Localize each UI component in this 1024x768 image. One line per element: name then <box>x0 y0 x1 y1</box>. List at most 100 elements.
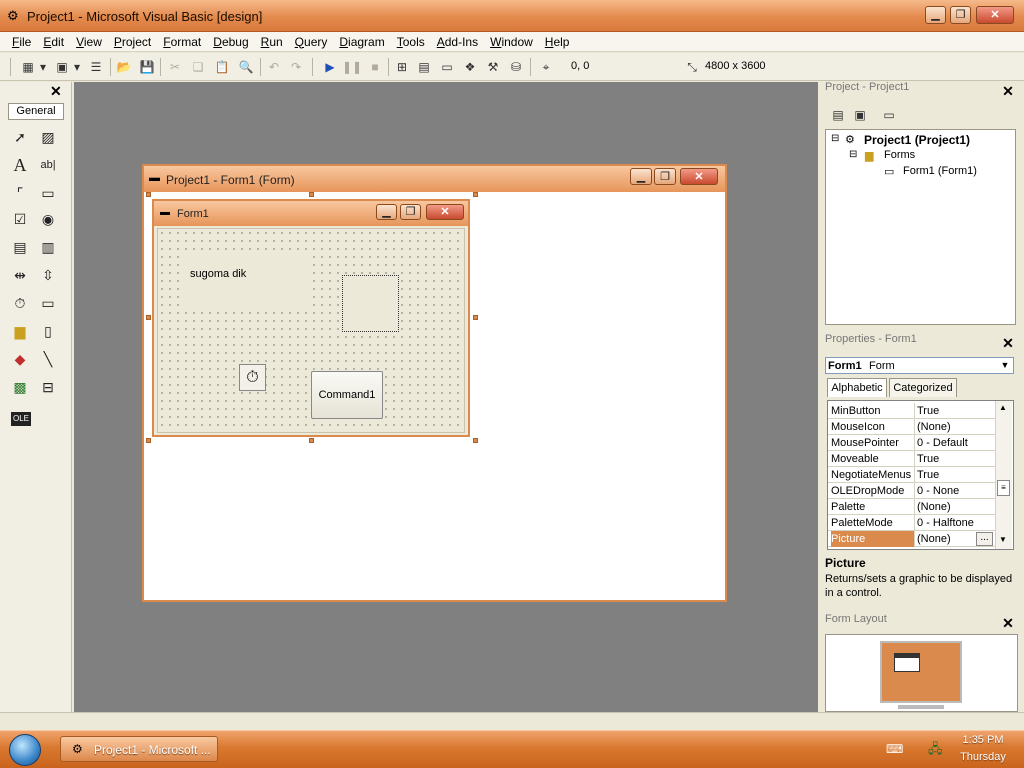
command1-button[interactable]: Command1 <box>311 371 383 419</box>
property-scrollbar[interactable]: ▲ ≡ ▼ <box>995 401 1012 549</box>
hscrollbar-tool-icon[interactable]: ⇹ <box>9 264 31 286</box>
label-tool-icon[interactable]: A <box>9 154 31 176</box>
chevron-down-icon[interactable]: ▾ <box>72 57 82 77</box>
menu-file[interactable]: File <box>6 32 37 52</box>
toolbox-icon[interactable]: ⚒ <box>483 57 503 77</box>
scroll-down-icon[interactable]: ▼ <box>999 535 1007 544</box>
ellipsis-button[interactable]: ... <box>976 532 993 546</box>
cut-icon[interactable]: ✂ <box>165 57 185 77</box>
menu-debug[interactable]: Debug <box>207 32 254 52</box>
keyboard-icon[interactable]: ⌨ <box>886 742 903 756</box>
ole-tool-icon[interactable]: OLE <box>11 412 31 426</box>
resize-handle[interactable] <box>473 315 478 320</box>
property-row[interactable]: Palette (None) <box>828 499 996 515</box>
resize-handle[interactable] <box>309 438 314 443</box>
line-tool-icon[interactable]: ╲ <box>37 348 59 370</box>
properties-window-icon[interactable]: ▤ <box>414 57 434 77</box>
find-icon[interactable]: 🔍 <box>236 57 256 77</box>
project-explorer-icon[interactable]: ⊞ <box>392 57 412 77</box>
designer-maximize-button[interactable]: ❐ <box>654 168 676 185</box>
open-folder-icon[interactable]: 📂 <box>114 57 134 77</box>
expand-icon[interactable]: ⊟ <box>831 133 839 144</box>
property-row[interactable]: OLEDropMode 0 - None <box>828 483 996 499</box>
start-orb-icon[interactable] <box>9 734 41 766</box>
form-layout-close-icon[interactable]: ✕ <box>1001 616 1015 630</box>
frame-control[interactable] <box>342 275 399 332</box>
scroll-thumb[interactable]: ≡ <box>997 480 1010 496</box>
clock[interactable]: 1:35 PM Thursday <box>948 734 1018 763</box>
form1-maximize-button[interactable]: ❐ <box>400 204 421 220</box>
chevron-down-icon[interactable]: ▼ <box>998 359 1012 372</box>
end-icon[interactable]: ■ <box>365 57 385 77</box>
data-tool-icon[interactable]: ⊟ <box>37 376 59 398</box>
form-design-grid[interactable]: sugoma dik ⏱ Command1 <box>157 228 465 433</box>
title-bar[interactable]: ⚙ Project1 - Microsoft Visual Basic [des… <box>0 0 1024 32</box>
network-icon[interactable]: 🖧 <box>928 740 943 762</box>
project-explorer-close-icon[interactable]: ✕ <box>1001 84 1015 98</box>
data-view-icon[interactable]: ⛁ <box>506 57 526 77</box>
menu-edit[interactable]: Edit <box>37 32 70 52</box>
form1-close-button[interactable]: ✕ <box>426 204 464 220</box>
image-tool-icon[interactable]: ▩ <box>9 376 31 398</box>
minimize-button[interactable]: ▁ <box>925 6 946 24</box>
form-position-box[interactable] <box>894 653 920 672</box>
redo-icon[interactable]: ↷ <box>286 57 306 77</box>
form-layout-icon[interactable]: ▭ <box>437 57 457 77</box>
form1-title-bar[interactable]: ▬ Form1 ▁ ❐ ✕ <box>154 201 468 226</box>
add-project-icon[interactable]: ▦ <box>18 57 38 77</box>
menu-window[interactable]: Window <box>484 32 539 52</box>
resize-handle[interactable] <box>146 315 151 320</box>
commandbutton-tool-icon[interactable]: ▭ <box>37 182 59 204</box>
tab-alphabetic[interactable]: Alphabetic <box>827 378 887 397</box>
form1-window[interactable]: ▬ Form1 ▁ ❐ ✕ sugoma dik ⏱ Command1 <box>152 199 470 437</box>
menu-diagram[interactable]: Diagram <box>333 32 390 52</box>
tree-forms-folder[interactable]: Forms <box>884 149 915 161</box>
taskbar-item-vb[interactable]: ⚙ Project1 - Microsoft ... <box>60 736 218 762</box>
view-object-icon[interactable]: ▣ <box>850 105 870 125</box>
filelistbox-tool-icon[interactable]: ▯ <box>37 320 59 342</box>
designer-close-button[interactable]: ✕ <box>680 168 718 185</box>
picturebox-icon[interactable]: ▨ <box>37 126 59 148</box>
menu-query[interactable]: Query <box>289 32 334 52</box>
resize-handle[interactable] <box>309 192 314 197</box>
properties-close-icon[interactable]: ✕ <box>1001 336 1015 350</box>
designer-minimize-button[interactable]: ▁ <box>630 168 652 185</box>
menu-format[interactable]: Format <box>157 32 207 52</box>
property-row[interactable]: MouseIcon (None) <box>828 419 996 435</box>
chevron-down-icon[interactable]: ▾ <box>38 57 48 77</box>
menu-editor-icon[interactable]: ☰ <box>86 57 106 77</box>
drivelistbox-tool-icon[interactable]: ▭ <box>37 292 59 314</box>
view-code-icon[interactable]: ▤ <box>828 105 848 125</box>
menu-help[interactable]: Help <box>539 32 576 52</box>
property-row[interactable]: Moveable True <box>828 451 996 467</box>
menu-project[interactable]: Project <box>108 32 157 52</box>
property-row[interactable]: NegotiateMenus True <box>828 467 996 483</box>
frame-tool-icon[interactable]: ⌜ <box>9 182 31 204</box>
form1-minimize-button[interactable]: ▁ <box>376 204 397 220</box>
menu-add-ins[interactable]: Add-Ins <box>431 32 484 52</box>
tree-project-root[interactable]: Project1 (Project1) <box>864 133 970 147</box>
resize-handle[interactable] <box>146 192 151 197</box>
designer-title-bar[interactable]: ▬ Project1 - Form1 (Form) ▁ ❐ ✕ <box>144 166 725 192</box>
toolbox-tab-general[interactable]: General <box>8 103 64 120</box>
menu-run[interactable]: Run <box>255 32 289 52</box>
toolbox-close-icon[interactable]: ✕ <box>50 84 64 98</box>
object-selector[interactable]: Form1 Form ▼ <box>825 357 1014 374</box>
property-row[interactable]: MinButton True <box>828 403 996 419</box>
timer-control-icon[interactable]: ⏱ <box>239 364 266 391</box>
menu-view[interactable]: View <box>70 32 108 52</box>
shape-tool-icon[interactable]: ◆ <box>9 348 31 370</box>
resize-handle[interactable] <box>146 438 151 443</box>
label-control[interactable]: sugoma dik <box>183 256 313 312</box>
add-form-icon[interactable]: ▣ <box>52 57 72 77</box>
timer-tool-icon[interactable]: ⏱ <box>9 292 31 314</box>
pointer-icon[interactable]: ➚ <box>9 126 31 148</box>
optionbutton-tool-icon[interactable]: ◉ <box>37 208 59 230</box>
property-row[interactable]: MousePointer 0 - Default <box>828 435 996 451</box>
property-row[interactable]: PaletteMode 0 - Halftone <box>828 515 996 531</box>
undo-icon[interactable]: ↶ <box>264 57 284 77</box>
resize-handle[interactable] <box>473 192 478 197</box>
resize-handle[interactable] <box>473 438 478 443</box>
combobox-tool-icon[interactable]: ▤ <box>9 236 31 258</box>
break-icon[interactable]: ❚❚ <box>342 57 362 77</box>
